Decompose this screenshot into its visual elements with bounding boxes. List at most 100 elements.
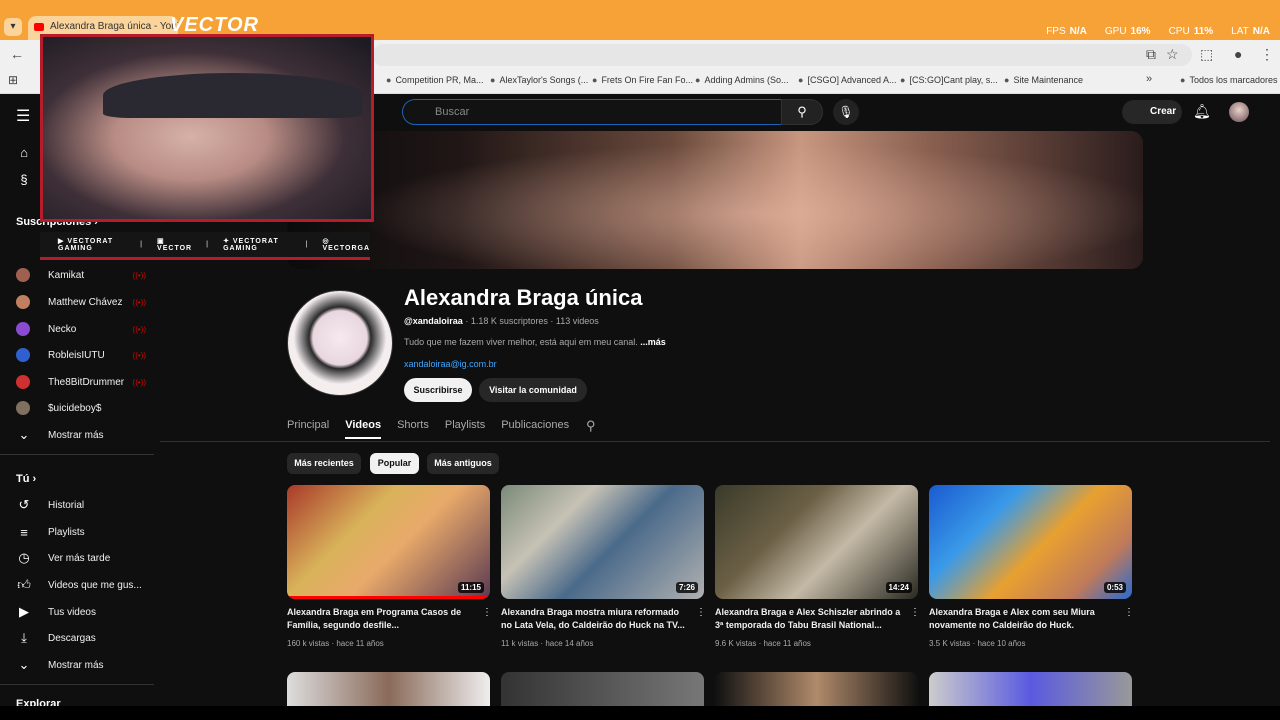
video-title[interactable]: Alexandra Braga e Alex com seu Miura nov…: [929, 606, 1119, 632]
facecam-image: [103, 73, 363, 118]
channel-tabs: Principal Videos Shorts Playlists Public…: [287, 419, 569, 439]
perf-stats: FPS N/A GPU 16% CPU 11% LAT N/A: [1046, 26, 1270, 37]
channel-meta: @xandaloiraa · 1.18 K suscriptores · 113…: [404, 316, 599, 326]
history-icon: ↺: [18, 497, 30, 512]
video-thumbnail[interactable]: 14:24: [715, 485, 918, 599]
sidebar-item-channel-3[interactable]: Necko ((•)): [16, 318, 146, 340]
stat-cpu: CPU 11%: [1168, 26, 1214, 37]
chevron-down-icon: ⌄: [18, 657, 30, 672]
sidebar-item-playlists[interactable]: ≡ Playlists: [16, 521, 146, 543]
tab-posts[interactable]: Publicaciones: [501, 419, 569, 439]
video-thumbnail-row2[interactable]: [287, 672, 490, 706]
more-options-icon[interactable]: ⋮: [1124, 607, 1134, 618]
tab-search-dropdown[interactable]: ▾: [4, 18, 22, 36]
tab-title: Alexandra Braga única - YouTube: [50, 21, 178, 32]
video-thumbnail[interactable]: 11:15: [287, 485, 490, 599]
channel-avatar: [16, 348, 30, 362]
sidebar-item-channel-6[interactable]: $uicideboy$: [16, 397, 146, 419]
channel-avatar: [16, 401, 30, 415]
bookmark-5[interactable]: [CSGO] Advanced A...: [798, 75, 896, 85]
profile-icon[interactable]: ●: [1234, 46, 1242, 62]
chip-recent[interactable]: Más recientes: [287, 453, 361, 474]
bookmark-star-icon[interactable]: ☆: [1166, 46, 1179, 63]
tab-shorts[interactable]: Shorts: [397, 419, 429, 439]
search-button[interactable]: ⚲: [781, 99, 823, 125]
sidebar-item-channel-4[interactable]: RobleisIUTU ((•)): [16, 344, 146, 366]
community-button[interactable]: Visitar la comunidad: [479, 378, 587, 402]
mic-icon[interactable]: 🎙︎: [833, 99, 859, 125]
video-thumbnail[interactable]: 7:26: [501, 485, 704, 599]
video-title[interactable]: Alexandra Braga mostra miura reformado n…: [501, 606, 691, 632]
tab-videos[interactable]: Videos: [345, 419, 382, 439]
address-bar[interactable]: [372, 44, 1192, 66]
channel-search-icon[interactable]: ⚲: [586, 418, 596, 434]
you-heading[interactable]: Tú ›: [16, 473, 36, 485]
show-more-subs[interactable]: ⌄ Mostrar más: [16, 424, 146, 446]
back-arrow-icon[interactable]: ←: [10, 46, 24, 62]
live-icon: ((•)): [132, 324, 146, 334]
video-thumbnail-row2[interactable]: [715, 672, 918, 706]
avatar[interactable]: [1229, 102, 1249, 122]
bookmark-3[interactable]: Frets On Fire Fan Fo...: [592, 75, 693, 85]
bookmark-4[interactable]: Adding Admins (So...: [695, 75, 788, 85]
sidebar-item-channel-2[interactable]: Matthew Chávez ((•)): [16, 291, 146, 313]
twitch-social: ▣ VECTOR: [157, 238, 193, 252]
all-bookmarks[interactable]: Todos los marcadores: [1180, 75, 1277, 85]
extensions-icon[interactable]: ⬚: [1200, 46, 1213, 63]
more-options-icon[interactable]: ⋮: [910, 607, 920, 618]
bell-icon[interactable]: 🔔︎: [1193, 103, 1211, 120]
browser-menu-icon[interactable]: ⋮: [1260, 46, 1274, 63]
create-button[interactable]: Crear: [1122, 100, 1182, 124]
channel-banner: [287, 131, 1143, 269]
video-thumbnail-row2[interactable]: [501, 672, 704, 706]
tab-playlists[interactable]: Playlists: [445, 419, 485, 439]
duration-badge: 11:15: [457, 582, 484, 593]
clock-icon: ◷: [18, 550, 30, 565]
sidebar-item-channel-5[interactable]: The8BitDrummer ((•)): [16, 371, 146, 393]
more-options-icon[interactable]: ⋮: [696, 607, 706, 618]
more-bookmarks-icon[interactable]: »: [1146, 73, 1152, 85]
more-options-icon[interactable]: ⋮: [482, 607, 492, 618]
menu-icon[interactable]: ☰: [16, 106, 30, 126]
apps-grid-icon[interactable]: ⊞: [8, 73, 18, 87]
search-input[interactable]: Buscar: [402, 99, 782, 125]
sidebar-item-liked[interactable]: 👍︎ Videos que me gus...: [16, 574, 146, 596]
bookmark-2[interactable]: AlexTaylor's Songs (...: [490, 75, 588, 85]
video-meta: 3.5 K vistas · hace 10 años: [929, 639, 1026, 648]
install-app-icon[interactable]: ⧉: [1146, 46, 1156, 63]
tabs-divider: [160, 441, 1270, 442]
sidebar-item-channel-1[interactable]: Kamikat ((•)): [16, 264, 146, 286]
chip-popular[interactable]: Popular: [370, 453, 419, 474]
sidebar-item-your-videos[interactable]: ▶ Tus videos: [16, 601, 146, 623]
screen-bottom-strip: [0, 706, 1280, 720]
channel-name: The8BitDrummer: [48, 376, 125, 388]
video-thumbnail[interactable]: 0:53: [929, 485, 1132, 599]
channel-avatar: [16, 375, 30, 389]
video-title[interactable]: Alexandra Braga em Programa Casos de Fam…: [287, 606, 477, 632]
channel-name: $uicideboy$: [48, 402, 102, 414]
subscribe-button[interactable]: Suscribirse: [404, 378, 472, 402]
channel-name: Kamikat: [48, 269, 85, 281]
video-meta: 11 k vistas · hace 14 años: [501, 639, 594, 648]
tab-home[interactable]: Principal: [287, 419, 329, 439]
sidebar-item-downloads[interactable]: ⤓ Descargas: [16, 627, 146, 649]
sidebar-item-show-more[interactable]: ⌄ Mostrar más: [16, 654, 146, 676]
sidebar-item-history[interactable]: ↺ Historial: [16, 494, 146, 516]
watch-progress: [287, 596, 490, 599]
channel-name: Matthew Chávez: [48, 296, 123, 308]
chip-oldest[interactable]: Más antiguos: [427, 453, 499, 474]
video-title[interactable]: Alexandra Braga e Alex Schiszler abrindo…: [715, 606, 905, 632]
stat-gpu: GPU 16%: [1104, 26, 1151, 37]
video-thumbnail-row2[interactable]: [929, 672, 1132, 706]
sidebar-item-watch-later[interactable]: ◷ Ver más tarde: [16, 547, 146, 569]
bookmark-1[interactable]: Competition PR, Ma...: [386, 75, 483, 85]
streamer-social-bar: ▶ VECTORAT GAMING | ▣ VECTOR | ✦ VECTORA…: [40, 232, 370, 260]
channel-avatar: [16, 322, 30, 336]
bookmark-6[interactable]: [CS:GO]Cant play, s...: [900, 75, 997, 85]
live-icon: ((•)): [132, 350, 146, 360]
channel-description[interactable]: Tudo que me fazem viver melhor, está aqu…: [404, 337, 666, 347]
channel-link[interactable]: xandaloiraa@ig.com.br: [404, 359, 497, 369]
video-icon: ▶: [19, 604, 29, 619]
stat-fps: FPS N/A: [1046, 26, 1087, 37]
bookmark-7[interactable]: Site Maintenance: [1004, 75, 1083, 85]
